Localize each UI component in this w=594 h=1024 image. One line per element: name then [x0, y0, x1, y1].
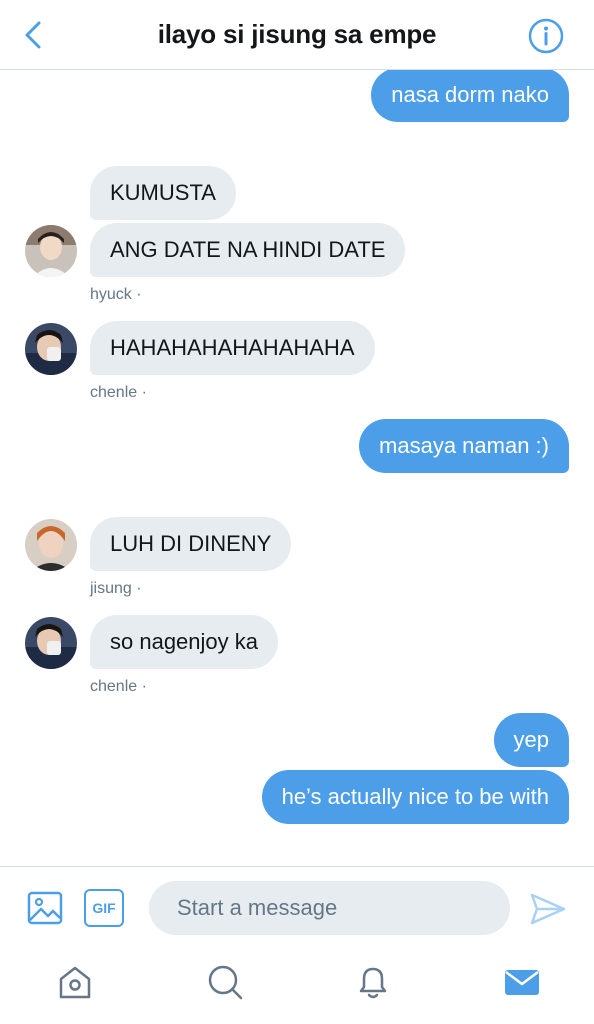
mail-icon [505, 970, 539, 995]
avatar-chenle[interactable] [25, 323, 77, 375]
message-input[interactable] [149, 881, 510, 935]
home-icon [59, 966, 91, 999]
add-media-button[interactable] [26, 889, 64, 927]
message-bubble-outgoing[interactable]: he’s actually nice to be with [261, 770, 569, 824]
message-thread[interactable]: nasa dorm nako KUMUSTA ANG DATE NA HINDI… [0, 70, 594, 866]
search-icon [208, 965, 243, 1000]
tab-messages[interactable] [502, 962, 542, 1002]
sender-label: jisung · [90, 580, 142, 597]
conversation-header: ilayo si jisung sa empe [0, 0, 594, 70]
sender-label: chenle · [90, 678, 147, 695]
tab-home[interactable] [55, 962, 95, 1002]
message-bubble-outgoing[interactable]: nasa dorm nako [371, 70, 569, 122]
message-bubble-incoming[interactable]: so nagenjoy ka [90, 615, 278, 669]
sender-label: hyuck · [90, 286, 142, 303]
message-bubble-incoming[interactable]: ANG DATE NA HINDI DATE [90, 223, 406, 277]
tab-notifications[interactable] [353, 962, 393, 1002]
message-bubble-outgoing[interactable]: yep [493, 713, 569, 767]
message-bubble-incoming[interactable]: HAHAHAHAHAHAHAHA [90, 321, 375, 375]
tab-search[interactable] [205, 962, 245, 1002]
send-icon [530, 893, 566, 925]
info-button[interactable] [527, 17, 565, 55]
chevron-left-icon [25, 21, 41, 49]
image-icon [27, 891, 63, 925]
message-bubble-outgoing[interactable]: masaya naman :) [359, 419, 569, 473]
bottom-tab-bar [0, 950, 594, 1024]
info-icon [528, 18, 564, 54]
message-composer: GIF [0, 866, 594, 950]
avatar-chenle[interactable] [25, 617, 77, 669]
bell-icon [359, 967, 387, 999]
conversation-title: ilayo si jisung sa empe [157, 19, 437, 49]
back-button[interactable] [18, 18, 48, 52]
message-bubble-incoming[interactable]: KUMUSTA [90, 166, 236, 220]
sender-label: chenle · [90, 384, 147, 401]
send-button[interactable] [528, 889, 568, 929]
message-bubble-incoming[interactable]: LUH DI DINENY [90, 517, 292, 571]
avatar-hyuck[interactable] [25, 225, 77, 277]
avatar-jisung[interactable] [25, 519, 77, 571]
gif-button[interactable]: GIF [84, 889, 124, 927]
